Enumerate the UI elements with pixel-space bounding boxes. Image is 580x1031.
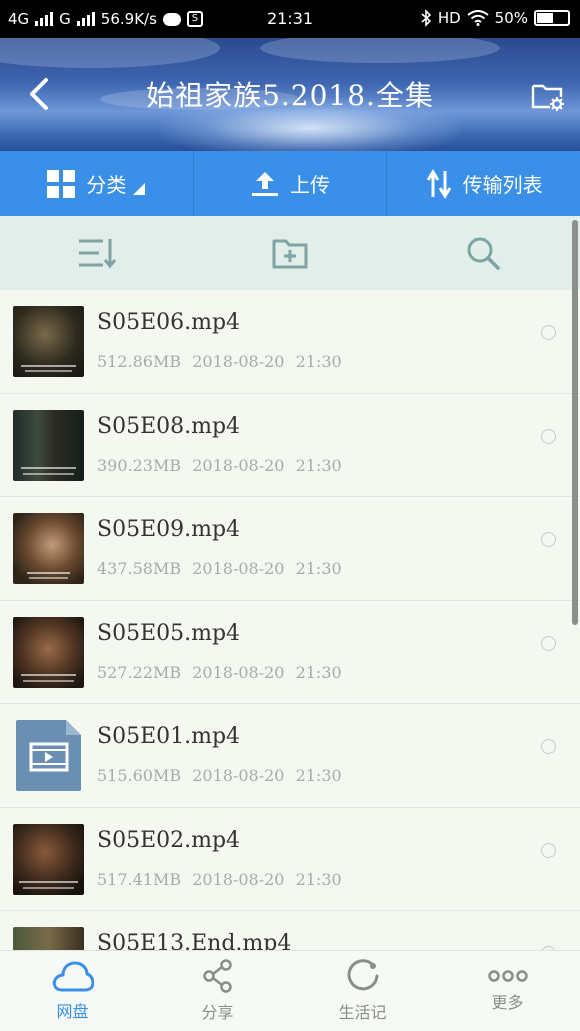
main-toolbar: 分类 上传 传输列表 <box>0 151 580 216</box>
file-meta: 390.23MB 2018-08-20 21:30 <box>97 455 342 475</box>
nav-label: 更多 <box>491 993 524 1012</box>
file-name: S05E06.mp4 <box>97 310 241 335</box>
file-list: S05E06.mp4 512.86MB 2018-08-20 21:30 S05… <box>0 290 580 950</box>
file-meta: 515.60MB 2018-08-20 21:30 <box>97 766 342 785</box>
sort-button[interactable] <box>0 216 193 290</box>
transfer-arrows-icon <box>426 168 451 199</box>
upload-icon <box>252 171 278 196</box>
video-thumbnail <box>13 409 84 481</box>
file-name: S05E13.End.mp4 <box>97 931 292 950</box>
search-button[interactable] <box>387 216 580 290</box>
file-name: S05E05.mp4 <box>97 620 241 646</box>
video-thumbnail <box>13 513 84 584</box>
share-icon <box>202 959 232 993</box>
file-name: S05E08.mp4 <box>97 413 241 439</box>
bluetooth-icon <box>421 9 431 27</box>
file-row-7[interactable]: S05E13.End.mp4 <box>0 911 580 950</box>
video-thumbnail <box>13 616 84 688</box>
file-meta: 512.86MB 2018-08-20 21:30 <box>97 352 342 371</box>
dropdown-triangle-icon <box>133 182 146 195</box>
header-bar: 始祖家族5.2018.全集 <box>0 38 580 151</box>
file-row-3[interactable]: S05E09.mp4 437.58MB 2018-08-20 21:30 <box>0 497 580 601</box>
select-radio[interactable] <box>541 739 556 754</box>
select-radio[interactable] <box>541 635 556 651</box>
select-radio[interactable] <box>541 428 556 444</box>
nav-label: 生活记 <box>338 1003 387 1022</box>
wifi-icon <box>467 10 489 26</box>
grid-icon <box>47 169 76 198</box>
page-title: 始祖家族5.2018.全集 <box>146 79 434 112</box>
upload-label: 上传 <box>290 173 330 197</box>
file-row-2[interactable]: S05E08.mp4 390.23MB 2018-08-20 21:30 <box>0 393 580 497</box>
folder-settings-icon[interactable] <box>530 78 566 114</box>
transfer-list-label: 传输列表 <box>462 173 543 197</box>
nav-life[interactable]: 生活记 <box>290 951 435 1031</box>
file-meta: 517.41MB 2018-08-20 21:30 <box>97 869 342 889</box>
nav-label: 网盘 <box>56 1002 89 1021</box>
nav-label: 分享 <box>201 1003 234 1022</box>
upload-button[interactable]: 上传 <box>194 151 388 216</box>
circle-refresh-icon <box>347 959 378 991</box>
folder-add-icon <box>272 239 308 269</box>
video-thumbnail <box>13 927 84 950</box>
video-thumbnail <box>13 306 84 377</box>
category-button[interactable]: 分类 <box>0 151 194 216</box>
new-folder-button[interactable] <box>193 216 386 290</box>
nav-share[interactable]: 分享 <box>145 951 290 1031</box>
category-label: 分类 <box>86 173 127 197</box>
nav-cloud-drive[interactable]: 网盘 <box>0 951 145 1031</box>
search-icon <box>467 237 501 270</box>
status-bar: 4G G 56.9K/s S 21:31 HD 50% <box>0 0 580 38</box>
file-name: S05E09.mp4 <box>97 517 241 542</box>
battery-percent: 50% <box>494 9 528 27</box>
battery-icon <box>534 10 570 26</box>
transfer-list-button[interactable]: 传输列表 <box>387 151 580 216</box>
hd-label: HD <box>437 9 461 27</box>
file-meta: 437.58MB 2018-08-20 21:30 <box>97 559 342 578</box>
file-row-5[interactable]: S05E01.mp4 515.60MB 2018-08-20 21:30 <box>0 704 580 808</box>
file-row-4[interactable]: S05E05.mp4 527.22MB 2018-08-20 21:30 <box>0 600 580 704</box>
file-meta: 527.22MB 2018-08-20 21:30 <box>97 662 342 682</box>
file-row-6[interactable]: S05E02.mp4 517.41MB 2018-08-20 21:30 <box>0 807 580 911</box>
file-name: S05E02.mp4 <box>97 827 241 853</box>
video-thumbnail <box>13 823 84 895</box>
file-name: S05E01.mp4 <box>97 724 241 749</box>
sort-icon <box>78 239 116 269</box>
file-row-1[interactable]: S05E06.mp4 512.86MB 2018-08-20 21:30 <box>0 290 580 394</box>
select-radio[interactable] <box>541 325 556 340</box>
video-file-icon <box>16 720 81 791</box>
bottom-nav: 网盘 分享 生活记 更多 <box>0 950 580 1031</box>
select-radio[interactable] <box>541 842 556 858</box>
cloud-icon <box>52 961 94 992</box>
more-dots-icon <box>487 970 528 982</box>
action-bar <box>0 216 580 290</box>
select-radio[interactable] <box>541 532 556 547</box>
scrollbar[interactable] <box>572 220 578 625</box>
nav-more[interactable]: 更多 <box>435 951 580 1031</box>
